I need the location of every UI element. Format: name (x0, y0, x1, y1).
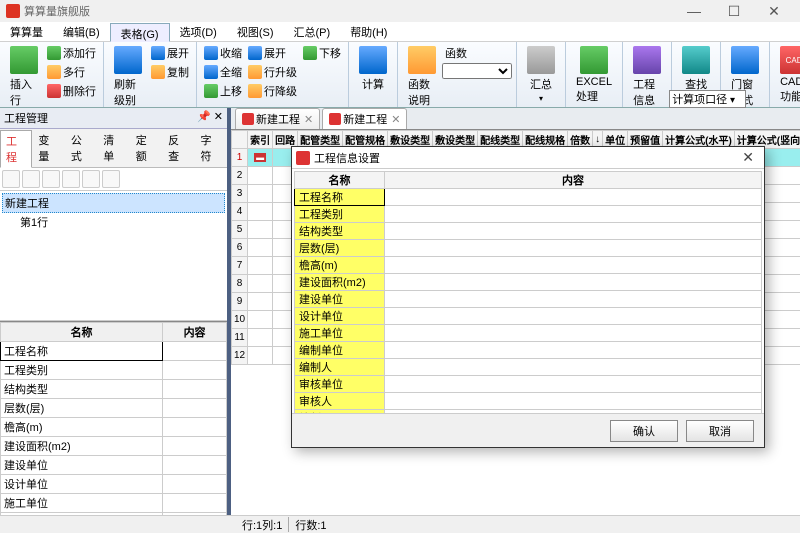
dialog-prop-name[interactable]: 审核人 (295, 393, 385, 410)
dialog-prop-value[interactable] (385, 223, 762, 240)
dialog-prop-name[interactable]: 工程名称 (295, 189, 385, 206)
dialog-prop-value[interactable] (385, 274, 762, 291)
status-pos: 行:1列:1 (4, 517, 288, 532)
dialog-prop-name[interactable]: 编制人 (295, 359, 385, 376)
dialog-close-button[interactable]: ✕ (736, 149, 760, 166)
dialog-icon (296, 151, 310, 165)
dialog-prop-value[interactable] (385, 325, 762, 342)
dialog-prop-value[interactable] (385, 206, 762, 223)
cancel-button[interactable]: 取消 (686, 420, 754, 442)
status-count: 行数:1 (288, 517, 332, 532)
dialog-prop-name[interactable]: 工程类别 (295, 206, 385, 223)
dialog-prop-name[interactable]: 建设面积(m2) (295, 274, 385, 291)
dialog-prop-value[interactable] (385, 308, 762, 325)
dialog-prop-value[interactable] (385, 393, 762, 410)
dialog-titlebar[interactable]: 工程信息设置 ✕ (292, 147, 764, 169)
dialog-prop-name[interactable]: 审核单位 (295, 376, 385, 393)
dialog-title: 工程信息设置 (314, 150, 736, 166)
dialog-prop-value[interactable] (385, 376, 762, 393)
dialog-prop-value[interactable] (385, 359, 762, 376)
dialog-table[interactable]: 名称内容工程名称工程类别结构类型层数(层)檐高(m)建设面积(m2)建设单位设计… (294, 171, 762, 413)
dialog-prop-name[interactable]: 编制单位 (295, 342, 385, 359)
modal-overlay: 工程信息设置 ✕ 名称内容工程名称工程类别结构类型层数(层)檐高(m)建设面积(… (0, 0, 800, 533)
dialog-prop-name[interactable]: 施工单位 (295, 325, 385, 342)
status-bar: 行:1列:1 行数:1 (0, 515, 800, 533)
dialog-prop-value[interactable] (385, 342, 762, 359)
dialog-prop-name[interactable]: 檐高(m) (295, 257, 385, 274)
dialog-prop-value[interactable] (385, 257, 762, 274)
dialog-prop-name[interactable]: 设计单位 (295, 308, 385, 325)
dialog-prop-name[interactable]: 结构类型 (295, 223, 385, 240)
ok-button[interactable]: 确认 (610, 420, 678, 442)
dialog-prop-value[interactable] (385, 189, 762, 206)
project-info-dialog: 工程信息设置 ✕ 名称内容工程名称工程类别结构类型层数(层)檐高(m)建设面积(… (291, 146, 765, 448)
dialog-prop-name[interactable]: 建设单位 (295, 291, 385, 308)
dialog-prop-value[interactable] (385, 291, 762, 308)
dialog-prop-name[interactable]: 层数(层) (295, 240, 385, 257)
dialog-prop-value[interactable] (385, 240, 762, 257)
